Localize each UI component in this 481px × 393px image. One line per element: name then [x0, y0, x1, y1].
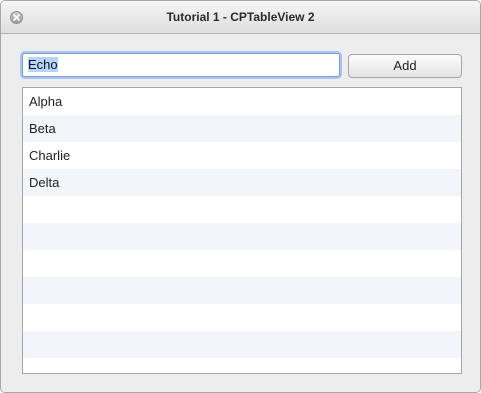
table-row[interactable]	[23, 277, 461, 304]
table-row[interactable]: Delta	[23, 169, 461, 196]
input-selected-text: Echo	[28, 57, 58, 72]
table-row[interactable]	[23, 196, 461, 223]
add-button[interactable]: Add	[348, 54, 462, 78]
table-row[interactable]	[23, 331, 461, 358]
window-title: Tutorial 1 - CPTableView 2	[166, 10, 315, 24]
table-row[interactable]	[23, 223, 461, 250]
table-row[interactable]: Alpha	[23, 88, 461, 115]
app-window: Tutorial 1 - CPTableView 2 Echo Add Alph…	[0, 0, 481, 393]
table-view[interactable]: Alpha Beta Charlie Delta	[22, 87, 462, 374]
title-bar: Tutorial 1 - CPTableView 2	[1, 1, 480, 34]
table-row[interactable]	[23, 358, 461, 373]
content-area: Echo Add Alpha Beta Charlie Delta	[1, 34, 480, 392]
table-row[interactable]	[23, 250, 461, 277]
name-input[interactable]: Echo	[22, 53, 340, 77]
table-row[interactable]	[23, 304, 461, 331]
table-row[interactable]: Charlie	[23, 142, 461, 169]
table-row[interactable]: Beta	[23, 115, 461, 142]
